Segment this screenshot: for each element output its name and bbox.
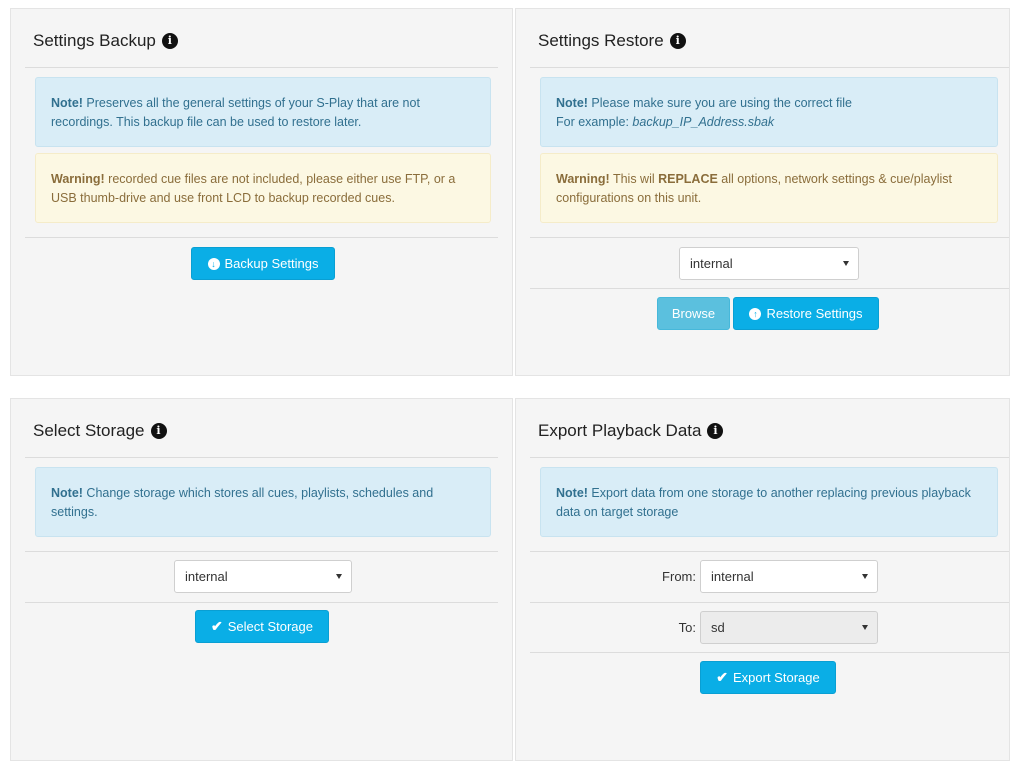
note-example-prefix: For example: (556, 115, 633, 129)
restore-note-alert: Note! Please make sure you are using the… (540, 77, 998, 147)
note-label: Note! (51, 486, 83, 500)
settings-restore-title: Settings Restore (538, 31, 664, 50)
divider (530, 67, 1009, 68)
settings-restore-panel: Settings Restore i Note! Please make sur… (515, 8, 1010, 376)
to-storage-value: sd (711, 620, 725, 635)
backup-settings-button[interactable]: ↓ Backup Settings (191, 247, 335, 280)
caret-down-icon (862, 574, 868, 579)
note-text: Preserves all the general settings of yo… (51, 96, 420, 129)
divider (530, 551, 1009, 552)
caret-down-icon (336, 574, 342, 579)
panel-title: Settings Backup i (33, 31, 178, 51)
info-icon[interactable]: i (161, 33, 178, 49)
select-storage-label: Select Storage (227, 619, 313, 634)
export-note-alert: Note! Export data from one storage to an… (540, 467, 998, 537)
note-label: Note! (51, 96, 83, 110)
warning-text-1: This wil (609, 172, 659, 186)
divider (530, 288, 1009, 289)
export-playback-title: Export Playback Data (538, 421, 702, 440)
select-storage-button[interactable]: ✔ Select Storage (195, 610, 329, 643)
note-text: Please make sure you are using the corre… (587, 96, 852, 110)
divider (530, 652, 1009, 653)
panel-title: Settings Restore i (538, 31, 686, 51)
warning-label: Warning! (51, 172, 105, 186)
note-example-file: backup_IP_Address.sbak (632, 115, 775, 129)
warning-bold: REPLACE (658, 172, 718, 186)
divider (25, 602, 498, 603)
divider (530, 602, 1009, 603)
restore-settings-button[interactable]: ↑ Restore Settings (733, 297, 879, 330)
restore-warning-alert: Warning! This wil REPLACE all options, n… (540, 153, 998, 223)
panel-title: Select Storage i (33, 421, 167, 441)
warning-label: Warning! (556, 172, 610, 186)
warning-text: recorded cue files are not included, ple… (51, 172, 456, 205)
caret-down-icon (843, 261, 849, 266)
settings-backup-title: Settings Backup (33, 31, 156, 50)
export-storage-button[interactable]: ✔ Export Storage (700, 661, 836, 694)
to-label: To: (678, 620, 696, 635)
note-text: Export data from one storage to another … (556, 486, 971, 519)
settings-backup-panel: Settings Backup i Note! Preserves all th… (10, 8, 513, 376)
export-storage-label: Export Storage (733, 670, 820, 685)
info-icon[interactable]: i (669, 33, 686, 49)
note-text: Change storage which stores all cues, pl… (51, 486, 434, 519)
caret-down-icon (862, 625, 868, 630)
restore-storage-select[interactable]: internal (679, 247, 859, 280)
browse-button[interactable]: Browse (657, 297, 730, 330)
note-label: Note! (556, 96, 588, 110)
from-storage-select[interactable]: internal (700, 560, 878, 593)
check-icon: ✔ (716, 669, 728, 685)
arrow-circle-up-icon: ↑ (749, 307, 762, 320)
info-icon[interactable]: i (707, 423, 724, 439)
browse-label: Browse (671, 306, 716, 321)
divider (25, 457, 498, 458)
backup-note-alert: Note! Preserves all the general settings… (35, 77, 491, 147)
divider (25, 67, 498, 68)
divider (530, 457, 1009, 458)
from-label: From: (662, 569, 696, 584)
backup-settings-label: Backup Settings (224, 256, 319, 271)
to-storage-select[interactable]: sd (700, 611, 878, 644)
storage-select[interactable]: internal (174, 560, 352, 593)
divider (25, 237, 498, 238)
from-storage-value: internal (711, 569, 754, 584)
restore-settings-label: Restore Settings (766, 306, 863, 321)
note-label: Note! (556, 486, 588, 500)
restore-storage-value: internal (690, 256, 733, 271)
panel-title: Export Playback Data i (538, 421, 724, 441)
export-playback-panel: Export Playback Data i Note! Export data… (515, 398, 1010, 761)
arrow-circle-down-icon: ↓ (207, 257, 220, 270)
storage-note-alert: Note! Change storage which stores all cu… (35, 467, 491, 537)
storage-value: internal (185, 569, 228, 584)
divider (530, 237, 1009, 238)
select-storage-title: Select Storage (33, 421, 145, 440)
select-storage-panel: Select Storage i Note! Change storage wh… (10, 398, 513, 761)
backup-warning-alert: Warning! recorded cue files are not incl… (35, 153, 491, 223)
divider (25, 551, 498, 552)
check-icon: ✔ (210, 618, 223, 634)
info-icon[interactable]: i (150, 423, 167, 439)
